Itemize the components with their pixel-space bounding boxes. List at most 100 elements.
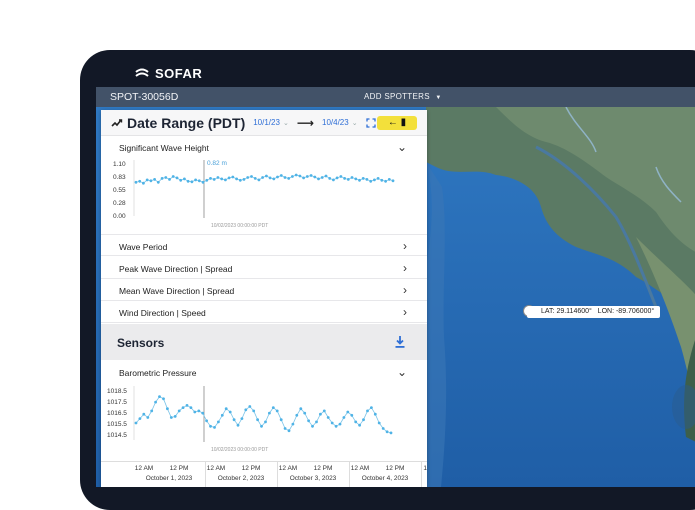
data-point xyxy=(138,417,142,420)
add-spotters-button[interactable]: ADD SPOTTERS ▼ xyxy=(364,92,442,101)
data-point xyxy=(164,176,168,179)
x-tick: 12 AM xyxy=(350,465,370,472)
x-tick: 12 PM xyxy=(241,465,261,472)
data-point xyxy=(153,178,156,181)
data-point xyxy=(154,400,157,404)
y-tick: 0.55 xyxy=(113,187,126,194)
wave-height-label: Significant Wave Height xyxy=(119,143,209,153)
data-point xyxy=(271,406,275,409)
data-point xyxy=(332,178,335,182)
arrow-right-icon: ⟶ xyxy=(296,115,315,130)
chevron-down-icon: ⌄ xyxy=(282,119,289,127)
data-point xyxy=(145,178,149,182)
data-point xyxy=(291,175,294,178)
barometric-pressure-chart[interactable]: 1018.5 1017.5 1016.5 1015.5 1014.5 xyxy=(101,384,427,444)
data-point xyxy=(365,178,369,181)
barometric-pressure-label: Barometric Pressure xyxy=(119,368,197,378)
x-tick: 12 PM xyxy=(169,465,189,472)
data-point xyxy=(186,179,190,183)
data-point xyxy=(217,420,220,424)
data-point xyxy=(346,410,350,414)
sofar-logo-icon xyxy=(135,68,149,77)
data-point xyxy=(276,175,279,179)
data-point xyxy=(160,177,164,180)
download-icon[interactable] xyxy=(395,336,405,348)
date-range-header: Date Range (PDT) 10/1/23 ⌄ ⟶ 10/4/23 ⌄ ←… xyxy=(101,110,427,136)
data-point xyxy=(181,406,185,409)
y-tick: 0.00 xyxy=(113,213,126,220)
end-date-select[interactable]: 10/4/23 xyxy=(322,118,349,127)
data-point xyxy=(302,176,305,180)
data-point xyxy=(169,416,173,419)
data-point xyxy=(150,409,154,413)
data-point xyxy=(209,177,212,180)
data-point xyxy=(279,418,283,422)
data-point xyxy=(149,179,153,183)
data-point xyxy=(283,427,287,430)
wave-height-chart[interactable]: 1.10 0.83 0.55 0.28 0.00 0.82 m xyxy=(101,158,427,220)
wave-period-row[interactable]: Wave Period › xyxy=(101,234,427,256)
data-point xyxy=(381,427,385,430)
row-label: Peak Wave Direction | Spread xyxy=(119,264,233,274)
x-tick: 12 PM xyxy=(313,465,333,472)
trend-icon xyxy=(111,118,123,127)
data-point xyxy=(264,420,267,424)
chevron-down-icon: ▼ xyxy=(435,95,442,101)
data-point xyxy=(275,409,279,413)
data-point xyxy=(342,416,346,419)
map-icon: ▮ xyxy=(400,117,407,128)
start-date-select[interactable]: 10/1/23 xyxy=(253,118,280,127)
wind-direction-row[interactable]: Wind Direction | Speed › xyxy=(101,301,427,323)
expand-icon[interactable] xyxy=(365,117,376,128)
mean-wave-direction-row[interactable]: Mean Wave Direction | Spread › xyxy=(101,279,427,301)
data-point xyxy=(307,419,310,423)
data-point xyxy=(309,174,313,177)
data-point xyxy=(334,424,338,428)
chevron-right-icon: › xyxy=(403,283,407,297)
x-tick: 12 AM xyxy=(278,465,298,472)
data-point xyxy=(279,174,283,177)
data-point xyxy=(305,175,309,178)
data-point xyxy=(209,424,212,428)
data-point xyxy=(171,175,175,178)
data-point xyxy=(220,177,224,181)
data-point xyxy=(134,180,138,184)
data-point xyxy=(287,177,291,180)
spotter-id[interactable]: SPOT-30056D xyxy=(110,91,178,103)
data-point xyxy=(384,179,387,183)
data-point xyxy=(252,409,256,413)
data-point xyxy=(362,418,365,422)
data-point xyxy=(156,180,160,184)
data-point xyxy=(212,178,216,181)
data-point xyxy=(328,177,332,180)
data-point xyxy=(256,418,259,422)
data-point xyxy=(213,426,216,429)
x-day-label: October 4, 2023 xyxy=(361,475,409,482)
data-point xyxy=(350,413,354,417)
row-label: Mean Wave Direction | Spread xyxy=(119,286,235,296)
data-point xyxy=(265,174,268,178)
data-point xyxy=(287,429,291,433)
data-point xyxy=(175,176,179,180)
data-point xyxy=(142,412,146,416)
data-point xyxy=(370,406,373,409)
x-tick: 12 AM xyxy=(206,465,226,472)
peak-wave-direction-row[interactable]: Peak Wave Direction | Spread › xyxy=(101,257,427,279)
collapse-panel-button[interactable]: ← ▮ xyxy=(377,116,417,130)
data-point xyxy=(244,408,248,412)
data-point xyxy=(324,174,328,178)
data-point xyxy=(205,178,209,182)
data-point xyxy=(261,176,264,179)
x-tick: 12 AM xyxy=(134,465,154,472)
barometric-pressure-header[interactable]: Barometric Pressure ⌄ xyxy=(101,361,427,385)
data-point xyxy=(295,413,299,417)
y-tick: 1014.5 xyxy=(107,432,127,439)
y-tick: 1018.5 xyxy=(107,388,127,395)
data-point xyxy=(231,175,235,179)
data-point xyxy=(354,420,358,424)
data-point xyxy=(335,176,339,180)
x-day-label: October 2, 2023 xyxy=(217,475,265,482)
data-point xyxy=(385,430,389,434)
wave-height-header[interactable]: Significant Wave Height ⌄ xyxy=(101,136,427,160)
data-point xyxy=(358,178,361,182)
